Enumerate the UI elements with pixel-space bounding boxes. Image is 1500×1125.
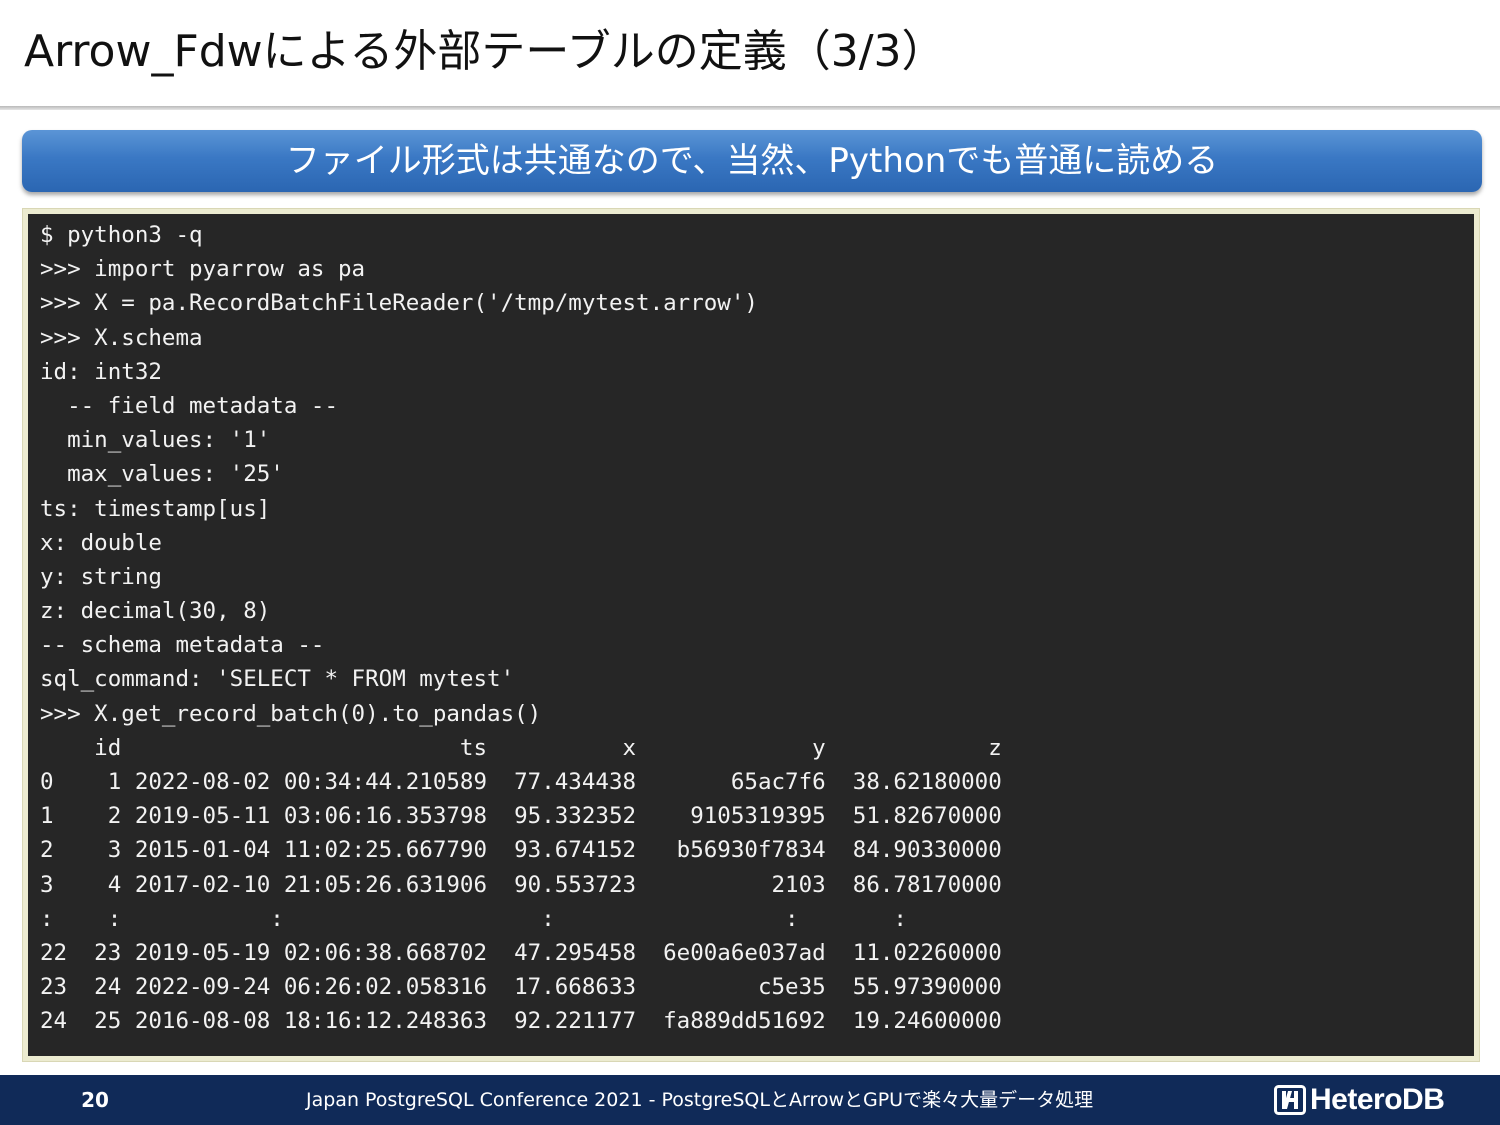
- terminal-output: $ python3 -q >>> import pyarrow as pa >>> …: [40, 218, 1002, 1039]
- dataframe-ellipsis-row: : : : : : :: [40, 905, 907, 932]
- subtitle-banner: ファイル形式は共通なので、当然、Pythonでも普通に読める: [22, 130, 1482, 192]
- terminal-line: >>> X = pa.RecordBatchFileReader('/tmp/m…: [40, 290, 758, 317]
- footer-caption: Japan PostgreSQL Conference 2021 - Postg…: [306, 1089, 1094, 1111]
- terminal-line: >>> X.schema: [40, 324, 203, 351]
- dataframe-row: 22 23 2019-05-19 02:06:38.668702 47.2954…: [40, 939, 1002, 966]
- terminal-line: min_values: '1': [40, 427, 271, 454]
- dataframe-row: 3 4 2017-02-10 21:05:26.631906 90.553723…: [40, 871, 1002, 898]
- heterodb-logo-icon: [1274, 1085, 1306, 1115]
- slide-footer: 20 Japan PostgreSQL Conference 2021 - Po…: [0, 1075, 1500, 1125]
- dataframe-row: 24 25 2016-08-08 18:16:12.248363 92.2211…: [40, 1008, 1002, 1035]
- terminal-line: sql_command: 'SELECT * FROM mytest': [40, 666, 515, 693]
- heterodb-logo: HeteroDB: [1274, 1083, 1445, 1116]
- terminal-window: $ python3 -q >>> import pyarrow as pa >>> …: [28, 214, 1474, 1056]
- slide-title: Arrow_Fdwによる外部テーブルの定義（3/3）: [24, 26, 946, 77]
- heterodb-logo-text: HeteroDB: [1310, 1083, 1445, 1116]
- terminal-line: y: string: [40, 563, 162, 590]
- dataframe-row: 23 24 2022-09-24 06:26:02.058316 17.6686…: [40, 974, 1002, 1001]
- dataframe-row: 2 3 2015-01-04 11:02:25.667790 93.674152…: [40, 837, 1002, 864]
- terminal-line: id: int32: [40, 358, 162, 385]
- page-number: 20: [81, 1088, 109, 1112]
- terminal-line: -- schema metadata --: [40, 632, 325, 659]
- dataframe-header: id ts x y z: [40, 734, 1002, 761]
- terminal-line: $ python3 -q: [40, 222, 203, 248]
- terminal-line: max_values: '25': [40, 461, 284, 488]
- title-divider: [0, 106, 1500, 110]
- dataframe-row: 0 1 2022-08-02 00:34:44.210589 77.434438…: [40, 769, 1002, 795]
- terminal-line: >>> X.get_record_batch(0).to_pandas(): [40, 700, 542, 727]
- terminal-line: z: decimal(30, 8): [40, 598, 271, 625]
- terminal-line: x: double: [40, 529, 162, 556]
- terminal-line: >>> import pyarrow as pa: [40, 256, 366, 283]
- terminal-line: -- field metadata --: [40, 392, 339, 419]
- terminal-line: ts: timestamp[us]: [40, 495, 271, 522]
- dataframe-row: 1 2 2019-05-11 03:06:16.353798 95.332352…: [40, 803, 1002, 830]
